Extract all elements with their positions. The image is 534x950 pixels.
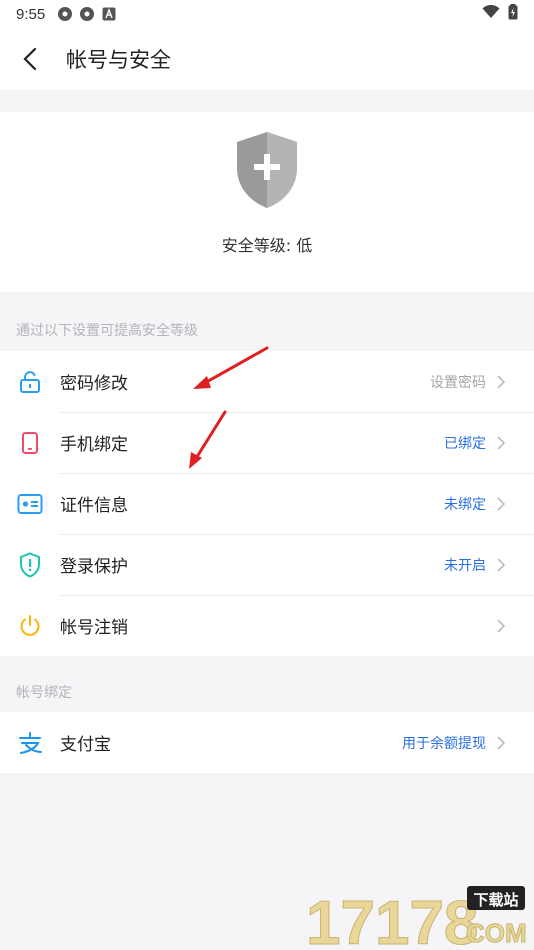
row-label: 登录保护	[60, 557, 128, 577]
row-status: 未开启	[444, 557, 486, 574]
app-header: 帐号与安全	[0, 28, 534, 90]
row-label: 帐号注销	[60, 618, 128, 638]
watermark-suffix: COM	[466, 918, 527, 948]
wifi-icon	[482, 4, 500, 23]
watermark-text: 17178	[306, 889, 478, 950]
phone-icon	[0, 431, 60, 455]
section-header-binding: 帐号绑定	[16, 685, 72, 701]
back-button[interactable]	[0, 28, 60, 90]
row-status: 用于余额提现	[402, 735, 486, 752]
watermark-badge: 下载站	[473, 891, 518, 909]
id-info-row[interactable]: 证件信息 未绑定	[0, 473, 534, 534]
unlock-icon	[0, 370, 60, 394]
row-status: 设置密码	[430, 374, 486, 391]
chevron-right-icon	[496, 618, 518, 634]
chevron-right-icon	[496, 374, 518, 390]
chevron-right-icon	[496, 496, 518, 512]
alipay-row[interactable]: 支付宝 用于余额提现	[0, 712, 534, 773]
login-protection-row[interactable]: 登录保护 未开启	[0, 534, 534, 595]
app-notification-icon	[57, 6, 73, 22]
status-bar: 9:55	[0, 0, 534, 28]
annotation-arrows	[189, 346, 269, 469]
chevron-right-icon	[496, 557, 518, 573]
row-status: 未绑定	[444, 496, 486, 513]
account-cancel-row[interactable]: 帐号注销	[0, 595, 534, 656]
row-label: 支付宝	[60, 735, 111, 755]
account-binding-list: 支付宝 用于余额提现	[0, 712, 534, 773]
notification-icons	[57, 6, 117, 22]
power-icon	[0, 614, 60, 638]
watermark-logo: 17178 下载站 COM	[304, 882, 530, 950]
row-label: 证件信息	[60, 496, 128, 516]
battery-icon	[508, 4, 518, 24]
shield-exclaim-icon	[0, 551, 60, 578]
back-arrow-icon	[23, 47, 37, 71]
id-card-icon	[0, 493, 60, 515]
status-time: 9:55	[16, 5, 46, 23]
alipay-icon	[0, 731, 60, 754]
row-status: 已绑定	[444, 435, 486, 452]
section-hint: 通过以下设置可提高安全等级	[16, 323, 198, 339]
chevron-right-icon	[496, 435, 518, 451]
chevron-right-icon	[496, 735, 518, 751]
security-summary: 安全等级: 低	[0, 112, 534, 292]
page-title: 帐号与安全	[66, 48, 171, 72]
app-notification-icon	[79, 6, 95, 22]
a-notification-icon	[101, 6, 117, 22]
shield-plus-icon	[235, 130, 299, 214]
security-level-text: 安全等级: 低	[221, 236, 313, 255]
